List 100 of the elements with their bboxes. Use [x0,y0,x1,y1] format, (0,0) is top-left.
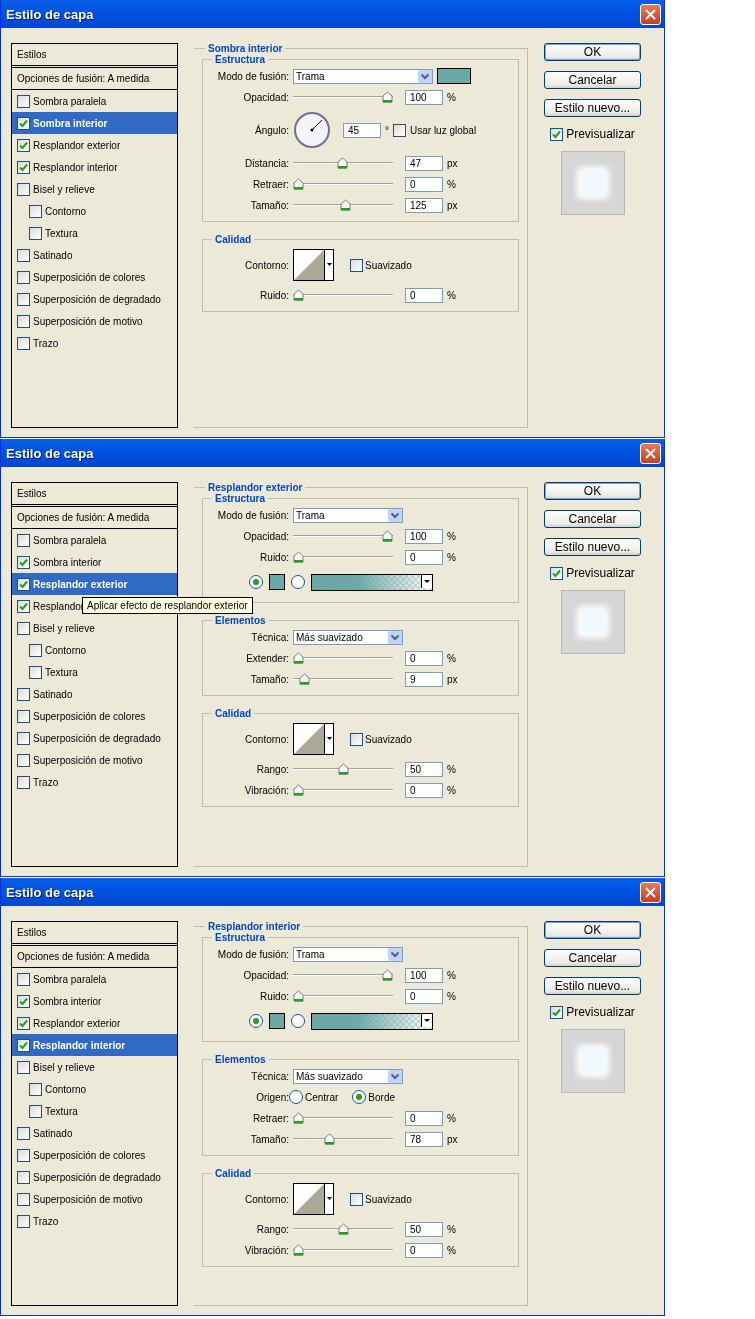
checkbox[interactable] [393,123,406,137]
slider-thumb[interactable] [293,178,304,190]
checkbox[interactable] [17,94,30,108]
checkbox[interactable] [17,1060,30,1074]
checkbox[interactable] [17,1170,30,1184]
style-list-item[interactable]: Satinado [12,244,177,266]
dialog-button[interactable]: OK [544,43,641,61]
style-list-item[interactable]: Trazo [12,1210,177,1232]
checkbox[interactable] [29,226,42,240]
slider-thumb[interactable] [293,1244,304,1256]
input-field[interactable]: 0 [405,650,443,666]
radio-button[interactable] [289,1090,303,1104]
gradient-dropdown[interactable] [311,1012,433,1030]
input-field[interactable]: 100 [405,967,443,983]
contour-dropdown[interactable] [293,249,334,281]
input-field[interactable]: 0 [405,988,443,1004]
dropdown[interactable]: Más suavizado [293,1068,403,1084]
checkbox[interactable] [17,1148,30,1162]
dialog-button[interactable]: Estilo nuevo... [544,99,641,117]
checkbox[interactable] [17,1214,30,1228]
style-list-item[interactable]: Textura [12,222,177,244]
checkbox[interactable] [17,687,30,701]
checkbox[interactable] [17,116,30,130]
checkbox[interactable] [17,533,30,547]
style-list-item[interactable]: Resplandor exterior [12,134,177,156]
checkbox[interactable] [17,1192,30,1206]
checkbox[interactable] [350,258,363,272]
input-field[interactable]: 0 [405,176,443,192]
slider-thumb[interactable] [324,1133,336,1145]
style-list-item[interactable]: Superposición de colores [12,1144,177,1166]
checkbox[interactable] [17,270,30,284]
style-list-item[interactable]: Sombra interior [12,112,177,134]
style-list-item[interactable]: Resplandor exterior [12,573,177,595]
input-field[interactable]: 100 [405,528,443,544]
checkbox[interactable] [17,138,30,152]
slider-thumb[interactable] [293,652,304,664]
input-field[interactable]: 100 [405,89,443,105]
checkbox[interactable] [17,555,30,569]
checkbox[interactable] [17,1038,30,1052]
contour-dropdown[interactable] [293,723,334,755]
style-list-item[interactable]: Superposición de degradado [12,727,177,749]
checkbox[interactable] [17,994,30,1008]
style-list-item[interactable]: Satinado [12,683,177,705]
checkbox[interactable] [17,182,30,196]
input-field[interactable]: 9 [405,671,443,687]
checkbox[interactable] [17,775,30,789]
style-list-item[interactable]: Satinado [12,1122,177,1144]
dialog-button[interactable]: Cancelar [544,949,641,967]
radio-button[interactable] [291,575,305,589]
input-field[interactable]: 0 [405,1110,443,1126]
style-list-item[interactable]: Bisel y relieve [12,617,177,639]
slider-thumb[interactable] [382,530,393,542]
close-button[interactable] [640,881,661,903]
style-list-item[interactable]: Trazo [12,332,177,354]
slider-thumb[interactable] [340,199,352,211]
checkbox[interactable] [550,566,564,580]
dropdown[interactable]: Trama [293,507,403,523]
color-swatch[interactable] [269,1013,285,1029]
style-list-item[interactable]: Opciones de fusión: A medida [12,68,177,90]
style-list-item[interactable]: Contorno [12,1078,177,1100]
checkbox[interactable] [17,972,30,986]
style-list-item[interactable]: Textura [12,661,177,683]
angle-dial[interactable] [293,111,331,149]
checkbox[interactable] [29,665,42,679]
close-button[interactable] [640,3,661,25]
input-field[interactable]: 0 [405,549,443,565]
checkbox[interactable] [17,314,30,328]
dialog-button[interactable]: OK [544,921,641,939]
style-list-item[interactable]: Superposición de motivo [12,749,177,771]
style-list-item[interactable]: Superposición de motivo [12,1188,177,1210]
style-list-item[interactable]: Sombra paralela [12,968,177,990]
style-list-item[interactable]: Sombra paralela [12,529,177,551]
style-list-item[interactable]: Resplandor interior [12,156,177,178]
style-list-item[interactable]: Textura [12,1100,177,1122]
checkbox[interactable] [17,621,30,635]
radio-button[interactable] [291,1014,305,1028]
checkbox[interactable] [29,204,42,218]
input-field[interactable]: 50 [405,761,443,777]
radio-button[interactable] [249,575,263,589]
checkbox[interactable] [550,1005,564,1019]
style-list-item[interactable]: Superposición de colores [12,705,177,727]
radio-button[interactable] [249,1014,263,1028]
checkbox[interactable] [17,599,30,613]
slider-thumb[interactable] [293,551,304,563]
checkbox[interactable] [17,577,30,591]
checkbox[interactable] [17,160,30,174]
radio-button[interactable] [352,1090,367,1104]
checkbox[interactable] [550,127,564,141]
slider-thumb[interactable] [293,990,304,1002]
style-list-item[interactable]: Sombra interior [12,551,177,573]
gradient-dropdown[interactable] [311,573,433,591]
checkbox[interactable] [17,292,30,306]
input-field[interactable]: 0 [405,782,443,798]
checkbox[interactable] [29,1082,42,1096]
slider-thumb[interactable] [299,673,311,685]
dropdown[interactable]: Más suavizado [293,629,403,645]
checkbox[interactable] [350,732,363,746]
dialog-button[interactable]: Estilo nuevo... [544,538,641,556]
checkbox[interactable] [17,753,30,767]
input-field[interactable]: 0 [405,287,443,303]
